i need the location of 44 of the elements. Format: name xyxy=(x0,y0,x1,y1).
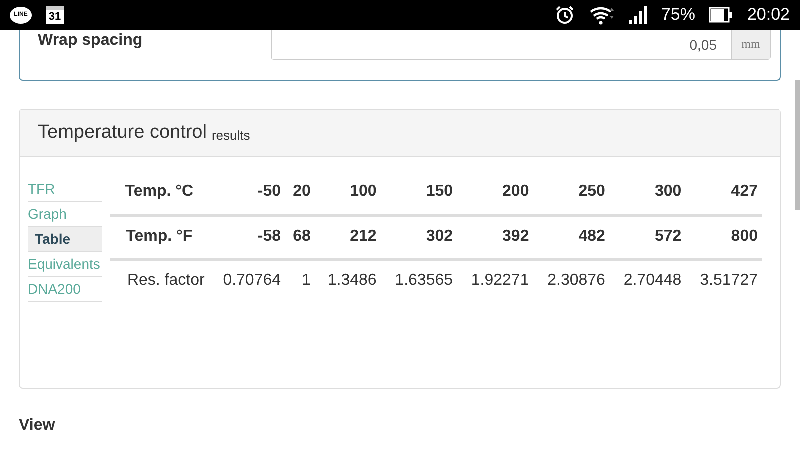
row-header: Temp. °C xyxy=(110,171,209,216)
result-tab[interactable]: TFR xyxy=(28,177,102,202)
section-heading: View xyxy=(19,417,56,435)
table-cell: 392 xyxy=(457,215,534,260)
table-cell: 1.92271 xyxy=(457,259,534,302)
table-cell: 1.63565 xyxy=(380,259,458,302)
battery-percent: 75% xyxy=(661,5,696,25)
table-cell: 427 xyxy=(686,171,762,216)
calendar-icon: 31 xyxy=(46,6,64,24)
table-cell: 572 xyxy=(609,215,686,260)
table-cell: 482 xyxy=(533,215,610,260)
card-title: Temperature control xyxy=(38,122,207,144)
table-cell: 2.70448 xyxy=(609,259,686,302)
table-cell: 0.70764 xyxy=(208,259,286,302)
battery-icon xyxy=(709,7,734,23)
table-cell: 250 xyxy=(533,171,610,216)
wrap-spacing-field[interactable]: 0,05 mm xyxy=(271,30,771,60)
table-cell: 100 xyxy=(314,171,381,216)
table-cell: 3.51727 xyxy=(686,259,762,302)
table-cell: 2.30876 xyxy=(533,259,610,302)
row-header: Temp. °F xyxy=(110,215,209,260)
table-cell: 302 xyxy=(380,215,458,260)
table-cell: 68 xyxy=(285,215,315,260)
wifi-icon xyxy=(589,5,616,25)
table-cell: 1.3486 xyxy=(314,259,381,302)
alarm-icon xyxy=(555,5,576,25)
table-cell: 20 xyxy=(285,171,315,216)
signal-icon xyxy=(629,6,648,24)
field-label: Wrap spacing xyxy=(38,31,144,51)
table-cell: 212 xyxy=(314,215,381,260)
table-cell: 200 xyxy=(457,171,534,216)
table-cell: 150 xyxy=(380,171,458,216)
result-tab[interactable]: Table xyxy=(28,227,102,252)
card-subtitle: results xyxy=(212,128,250,143)
table-cell: 800 xyxy=(686,215,762,260)
row-label: Res. factor xyxy=(110,259,209,302)
table-cell: -50 xyxy=(208,171,286,216)
result-tab[interactable]: DNA200 xyxy=(28,277,102,302)
table-cell: 1 xyxy=(285,259,315,302)
table-cell: -58 xyxy=(208,215,286,260)
table-cell: 300 xyxy=(609,171,686,216)
clock-time: 20:02 xyxy=(747,5,790,25)
unit-addon: mm xyxy=(731,30,770,59)
result-tab[interactable]: Equivalents xyxy=(28,252,102,277)
